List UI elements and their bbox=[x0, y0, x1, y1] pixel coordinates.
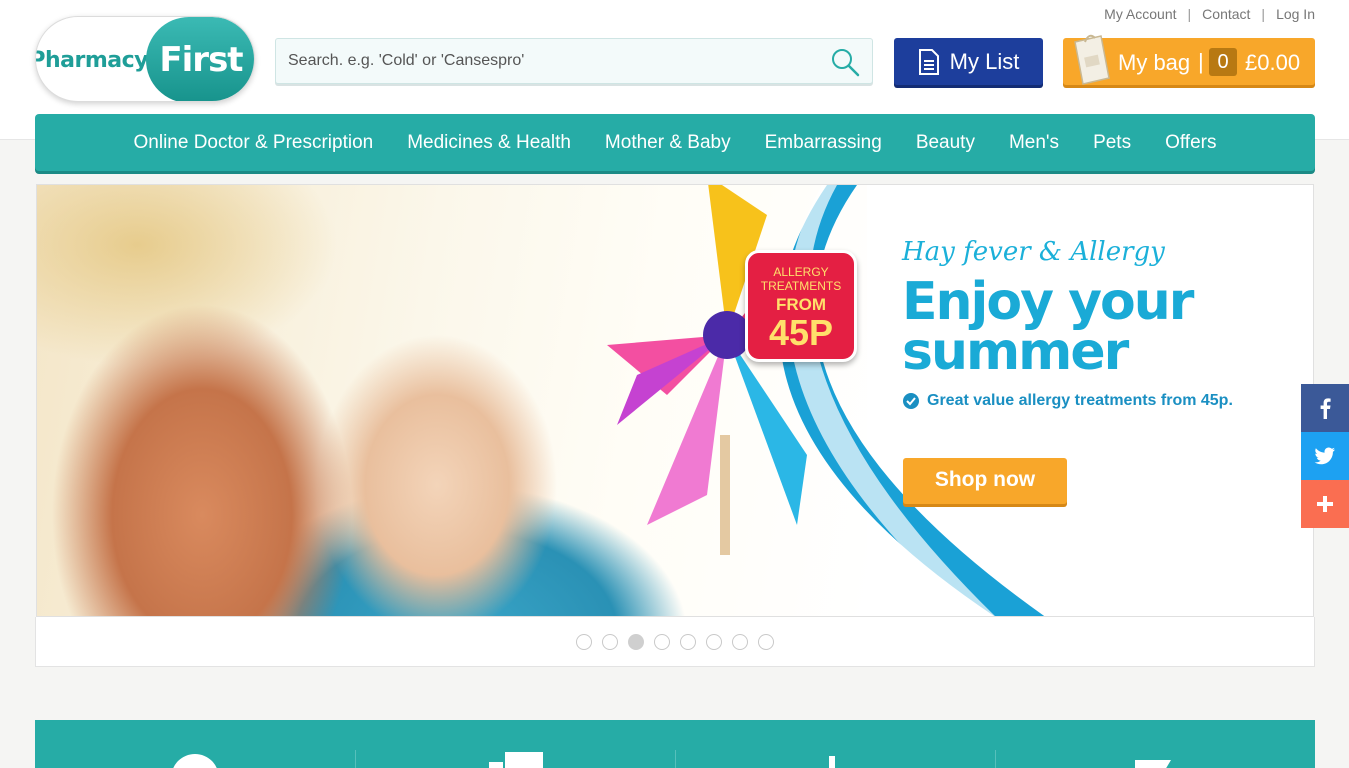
nav-item-online-doctor[interactable]: Online Doctor & Prescription bbox=[117, 132, 391, 154]
nav-item-beauty[interactable]: Beauty bbox=[899, 132, 992, 154]
nav-item-mens[interactable]: Men's bbox=[992, 132, 1076, 154]
nav-item-embarrassing[interactable]: Embarrassing bbox=[748, 132, 899, 154]
carousel-dot[interactable] bbox=[732, 633, 748, 650]
feature-icon-flag bbox=[1135, 760, 1171, 768]
search-box bbox=[275, 38, 873, 84]
feature-icon-truck bbox=[489, 752, 543, 768]
separator: | bbox=[1198, 49, 1204, 74]
my-bag-button[interactable]: My bag | 0 £0.00 bbox=[1063, 34, 1315, 85]
my-list-label: My List bbox=[949, 48, 1020, 74]
carousel-dot-active[interactable] bbox=[628, 633, 644, 650]
more-share-button[interactable] bbox=[1301, 480, 1349, 528]
nav-item-mother-baby[interactable]: Mother & Baby bbox=[588, 132, 748, 154]
separator: | bbox=[1187, 6, 1192, 22]
log-in-link[interactable]: Log In bbox=[1276, 6, 1315, 22]
logo-text-pharmacy: Pharmacy bbox=[35, 47, 149, 73]
divider bbox=[675, 750, 676, 768]
hero-banner[interactable]: ALLERGY TREATMENTS FROM 45P Hay fever & … bbox=[36, 184, 1314, 617]
social-share-bar bbox=[1301, 384, 1349, 528]
shop-now-button[interactable]: Shop now bbox=[903, 458, 1067, 504]
facebook-share-button[interactable] bbox=[1301, 384, 1349, 432]
banner-bullet: Great value allergy treatments from 45p. bbox=[903, 392, 1233, 410]
divider bbox=[995, 750, 996, 768]
my-bag-label: My bag bbox=[1118, 50, 1191, 75]
banner-bullet-text: Great value allergy treatments from 45p. bbox=[927, 392, 1233, 409]
top-links: My Account | Contact | Log In bbox=[1104, 6, 1315, 22]
bag-total: £0.00 bbox=[1245, 50, 1301, 75]
contact-link[interactable]: Contact bbox=[1202, 6, 1250, 22]
banner-script-title: Hay fever & Allergy bbox=[902, 237, 1165, 267]
my-account-link[interactable]: My Account bbox=[1104, 6, 1176, 22]
carousel-dot[interactable] bbox=[706, 633, 722, 650]
bag-count-badge: 0 bbox=[1209, 48, 1237, 76]
pharmacy-first-logo[interactable]: Pharmacy First bbox=[35, 16, 255, 102]
separator: | bbox=[1261, 6, 1266, 22]
divider bbox=[355, 750, 356, 768]
carousel-dots bbox=[35, 617, 1315, 667]
check-circle-icon bbox=[903, 393, 919, 409]
facebook-icon bbox=[1320, 398, 1331, 419]
feature-icon-bar bbox=[829, 756, 835, 768]
shopping-bag-icon bbox=[1074, 34, 1110, 85]
nav-item-medicines-health[interactable]: Medicines & Health bbox=[390, 132, 588, 154]
features-strip bbox=[35, 720, 1315, 768]
feature-icon-circle bbox=[173, 754, 217, 768]
nav-item-offers[interactable]: Offers bbox=[1148, 132, 1233, 154]
document-icon bbox=[918, 48, 939, 75]
plus-icon bbox=[1317, 496, 1333, 512]
badge-line-3: 45P bbox=[768, 312, 834, 353]
nav-item-pets[interactable]: Pets bbox=[1076, 132, 1148, 154]
carousel-dot[interactable] bbox=[758, 633, 774, 650]
twitter-share-button[interactable] bbox=[1301, 432, 1349, 480]
carousel-dot[interactable] bbox=[680, 633, 696, 650]
logo-text-first: First bbox=[146, 17, 254, 101]
carousel-dot[interactable] bbox=[576, 633, 592, 650]
carousel-dot[interactable] bbox=[602, 633, 618, 650]
main-navigation: Online Doctor & Prescription Medicines &… bbox=[35, 114, 1315, 171]
twitter-icon bbox=[1314, 447, 1335, 465]
carousel-dot[interactable] bbox=[654, 633, 670, 650]
my-list-button[interactable]: My List bbox=[894, 38, 1043, 85]
search-input[interactable] bbox=[276, 39, 816, 83]
search-icon[interactable] bbox=[830, 47, 860, 77]
badge-line-1: ALLERGY TREATMENTS bbox=[760, 265, 842, 293]
banner-headline: Enjoy your summer bbox=[902, 272, 1194, 382]
price-badge: ALLERGY TREATMENTS FROM 45P bbox=[745, 250, 857, 362]
